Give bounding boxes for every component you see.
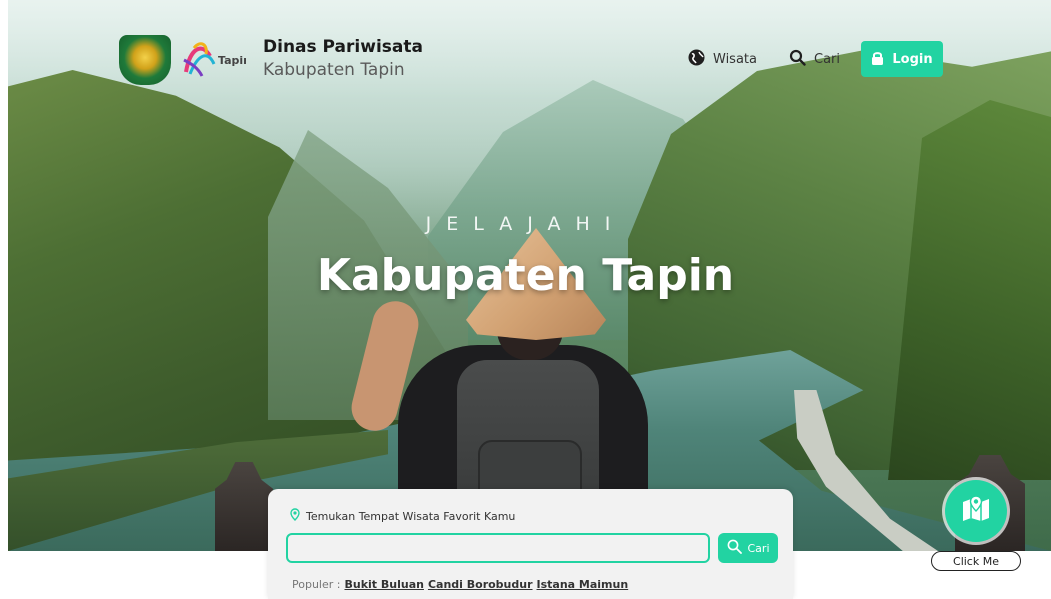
popular-prefix: Populer : (292, 578, 341, 591)
search-button[interactable]: Cari (718, 533, 778, 563)
site-header: Tapin Dinas Pariwisata Kabupaten Tapin W… (0, 0, 1051, 90)
hero-kicker: JELAJAHI (425, 213, 626, 235)
tapin-logo-text: Tapin (218, 54, 246, 67)
brand-title: Dinas Pariwisata (263, 37, 423, 57)
map-fab-button[interactable] (945, 480, 1007, 542)
popular-link[interactable]: Istana Maimun (537, 578, 629, 591)
click-me-label[interactable]: Click Me (931, 551, 1021, 571)
search-input[interactable] (286, 533, 710, 563)
popular-searches: Populer : Bukit Buluan Candi Borobudur I… (292, 578, 628, 591)
login-button[interactable]: Login (861, 41, 943, 77)
regency-seal-logo[interactable] (119, 35, 171, 85)
nav-item-wisata[interactable]: Wisata (688, 49, 757, 70)
popular-link[interactable]: Candi Borobudur (428, 578, 533, 591)
brand-subtitle: Kabupaten Tapin (263, 60, 405, 80)
nav-item-cari[interactable]: Cari (789, 49, 840, 70)
lock-icon (871, 50, 884, 69)
globe-icon (688, 49, 705, 70)
search-label-text: Temukan Tempat Wisata Favorit Kamu (306, 509, 516, 523)
map-location-icon (959, 492, 993, 530)
login-button-label: Login (892, 51, 933, 67)
search-icon (727, 539, 742, 557)
location-pin-icon (290, 508, 300, 524)
search-button-label: Cari (747, 541, 770, 555)
search-icon (789, 49, 806, 70)
nav-item-cari-label: Cari (814, 52, 840, 67)
nav-item-wisata-label: Wisata (713, 52, 757, 67)
tapin-logo[interactable]: Tapin (180, 38, 251, 80)
hero-title: Kabupaten Tapin (316, 250, 735, 301)
popular-link[interactable]: Bukit Buluan (344, 578, 423, 591)
search-label: Temukan Tempat Wisata Favorit Kamu (290, 508, 515, 524)
